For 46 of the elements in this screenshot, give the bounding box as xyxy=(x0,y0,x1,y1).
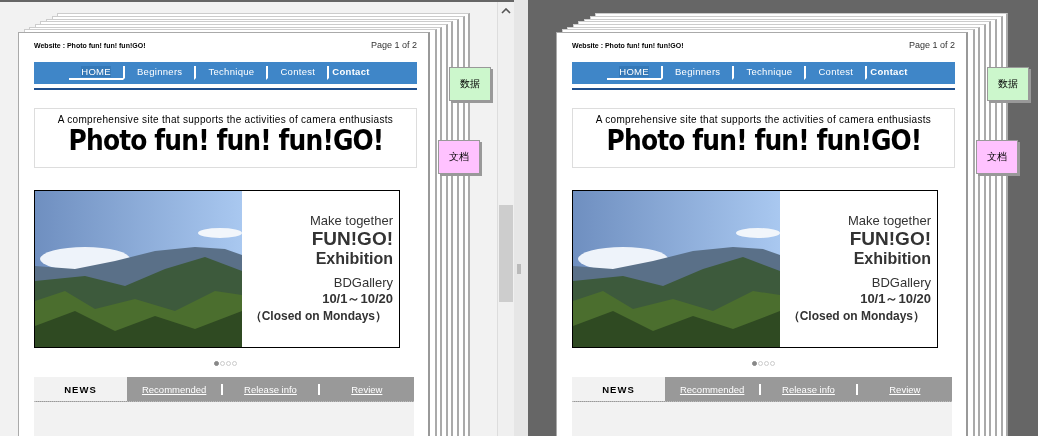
hero-text: （Closed on Mondays） xyxy=(249,308,387,325)
news-tab[interactable]: Recommended xyxy=(127,377,222,401)
nav-link[interactable]: Contact xyxy=(865,66,920,80)
hero-text: FUN!GO! xyxy=(849,229,931,249)
page-number: Page 1 of 2 xyxy=(908,40,955,50)
tagline: A comprehensive site that supports the activities of camera enthusiasts xyxy=(595,114,932,125)
nav-link[interactable]: Beginners xyxy=(122,66,195,80)
news-tab[interactable]: NEWS xyxy=(34,377,127,401)
carousel-dot[interactable] xyxy=(214,361,219,366)
hero-text: Make together xyxy=(309,213,393,229)
site-title: Photo fun! fun! fun!GO! xyxy=(68,125,383,155)
news-tab[interactable]: Review xyxy=(317,383,414,395)
page-number: Page 1 of 2 xyxy=(370,40,417,50)
news-tab[interactable]: Release info xyxy=(221,383,318,395)
nav-link[interactable]: Contest xyxy=(804,66,866,80)
news-tab[interactable]: NEWS xyxy=(572,377,665,401)
hero-text: Exhibition xyxy=(315,249,393,268)
hero-text: （Closed on Mondays） xyxy=(787,308,925,325)
hero-text: BDGallery xyxy=(333,275,393,291)
news-tab[interactable]: Review xyxy=(855,383,952,395)
nav-link[interactable]: Beginners xyxy=(660,66,733,80)
nav-link[interactable]: Contact xyxy=(327,66,382,80)
nav-link[interactable]: HOME xyxy=(69,66,123,80)
page-tab[interactable]: 文档 xyxy=(976,140,1018,174)
hero-text: 10/1～10/20 xyxy=(322,291,393,307)
site-title: Photo fun! fun! fun!GO! xyxy=(606,125,921,155)
hero-text: FUN!GO! xyxy=(311,229,393,249)
scroll-thumb[interactable] xyxy=(499,205,513,302)
hero-text: Exhibition xyxy=(853,249,931,268)
hero-text: 10/1～10/20 xyxy=(860,291,931,307)
carousel-dot[interactable] xyxy=(752,361,757,366)
nav-link[interactable]: Technique xyxy=(732,66,805,80)
page-tab[interactable]: 文档 xyxy=(438,140,480,174)
page-tab[interactable]: 数据 xyxy=(987,67,1029,101)
grip-icon[interactable] xyxy=(517,264,521,274)
hero-text: BDGallery xyxy=(871,275,931,291)
page-tab[interactable]: 数据 xyxy=(449,67,491,101)
scroll-up-icon[interactable] xyxy=(501,8,511,14)
nav-link[interactable]: HOME xyxy=(607,66,661,80)
tagline: A comprehensive site that supports the activities of camera enthusiasts xyxy=(57,114,394,125)
scrollbar[interactable] xyxy=(497,2,514,436)
news-tab[interactable]: Recommended xyxy=(665,377,760,401)
news-tab[interactable]: Release info xyxy=(759,383,856,395)
nav-link[interactable]: Technique xyxy=(194,66,267,80)
nav-link[interactable]: Contest xyxy=(266,66,328,80)
hero-text: Make together xyxy=(847,213,931,229)
